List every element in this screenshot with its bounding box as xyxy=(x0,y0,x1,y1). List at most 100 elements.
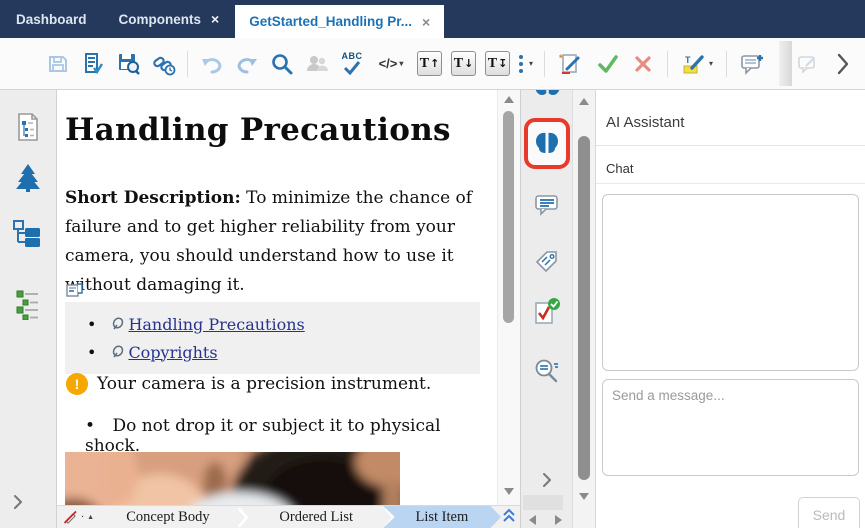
breadcrumb: . ▲ Concept Body Ordered List List Item xyxy=(57,505,520,528)
t-label: T xyxy=(488,56,497,72)
ai-assistant-rail-button[interactable] xyxy=(524,118,570,169)
left-sidebar xyxy=(0,90,57,528)
insert-link-icon[interactable] xyxy=(150,51,176,77)
link-label: Handling Precautions xyxy=(128,315,304,334)
down-arrow-icon: ↓ xyxy=(464,57,473,70)
note-row: ! Your camera is a precision instrument. xyxy=(66,373,486,395)
link-copyrights[interactable]: Copyrights xyxy=(110,343,217,362)
hidden-overflow-icon xyxy=(795,51,821,77)
panel-vertical-scrollbar[interactable] xyxy=(572,90,595,528)
chat-history-box[interactable] xyxy=(602,194,859,371)
document-canvas[interactable]: Handling Precautions Short Description: … xyxy=(57,90,497,505)
tags-icon[interactable] xyxy=(533,248,561,281)
related-link-row: • Copyrights xyxy=(65,338,480,366)
tab-dashboard[interactable]: Dashboard xyxy=(0,0,103,38)
close-icon[interactable]: × xyxy=(422,14,430,30)
outline-view-icon[interactable] xyxy=(14,112,42,147)
search-icon[interactable] xyxy=(269,51,295,77)
related-links-icon xyxy=(66,283,84,302)
collapse-double-chevron-icon[interactable] xyxy=(501,506,517,528)
breadcrumb-item-concept-body[interactable]: Concept Body xyxy=(100,506,236,528)
scroll-right-arrow-icon[interactable] xyxy=(555,515,562,525)
redo-icon[interactable] xyxy=(234,51,260,77)
scroll-up-arrow-icon[interactable] xyxy=(579,98,589,105)
comments-icon[interactable] xyxy=(533,192,561,223)
scroll-down-arrow-icon[interactable] xyxy=(504,488,514,495)
partial-top-icon[interactable] xyxy=(532,90,562,105)
add-comment-icon[interactable] xyxy=(738,51,768,77)
message-input[interactable] xyxy=(602,379,859,476)
note-text: Your camera is a precision instrument. xyxy=(97,373,431,394)
merge-arrow-icon: ↧ xyxy=(498,57,507,70)
source-view-icon[interactable]: </> ▾ xyxy=(374,51,408,77)
sidebar-expand-chevron-icon[interactable] xyxy=(12,494,24,515)
breadcrumb-mode-icons[interactable]: . ▲ xyxy=(57,510,100,525)
chevron-down-icon[interactable]: ▾ xyxy=(399,59,403,68)
validate-icon[interactable] xyxy=(80,51,106,77)
code-label: </> xyxy=(379,56,398,71)
spell-check-icon[interactable]: ABC xyxy=(339,51,365,77)
scroll-down-arrow-icon[interactable] xyxy=(579,493,589,500)
related-links-box: • Handling Precautions • Copyrights xyxy=(65,302,480,374)
warning-icon: ! xyxy=(66,373,88,395)
editor-pane: Handling Precautions Short Description: … xyxy=(57,90,520,528)
rail-expand-chevron-icon[interactable] xyxy=(541,472,553,493)
short-description-label: Short Description: xyxy=(65,188,241,208)
track-changes-icon[interactable]: * xyxy=(556,51,586,77)
dita-map-manager-icon[interactable] xyxy=(12,218,44,253)
related-link-row: • Handling Precautions xyxy=(65,310,480,338)
editor-vertical-scrollbar[interactable] xyxy=(497,90,520,505)
brain-icon xyxy=(532,130,562,158)
scroll-up-arrow-icon[interactable] xyxy=(504,96,514,103)
breadcrumb-item-ordered-list[interactable]: Ordered List xyxy=(249,506,383,528)
review-tree-icon[interactable] xyxy=(14,163,42,198)
toolbar-separator xyxy=(544,51,545,77)
list-item-row: • Do not drop it or subject it to physic… xyxy=(85,416,497,456)
breadcrumb-item-list-item[interactable]: List Item xyxy=(383,506,501,528)
promote-button[interactable]: T↑ xyxy=(417,51,442,76)
horizontal-scrollbar-thumb[interactable] xyxy=(523,495,563,510)
main-toolbar: ABC </> ▾ T↑ T↓ T↧ ▾ * T xyxy=(0,38,865,90)
save-icon[interactable] xyxy=(45,51,71,77)
close-icon[interactable]: × xyxy=(211,11,219,27)
structure-view-icon[interactable] xyxy=(14,288,42,325)
scroll-left-arrow-icon[interactable] xyxy=(529,515,536,525)
link-label: Copyrights xyxy=(128,343,217,362)
svg-text:*: * xyxy=(559,53,563,63)
chevron-down-icon: ▾ xyxy=(529,59,533,68)
abc-label: ABC xyxy=(342,52,363,61)
chat-section-label: Chat xyxy=(606,161,633,176)
demote-button[interactable]: T↓ xyxy=(451,51,476,76)
link-handling-precautions[interactable]: Handling Precautions xyxy=(110,315,304,334)
link-icon xyxy=(110,317,124,331)
search-preview-icon[interactable] xyxy=(533,358,561,393)
bullet: • xyxy=(85,416,95,436)
scrollbar-thumb[interactable] xyxy=(503,111,514,323)
t-label: T xyxy=(420,56,429,72)
up-arrow-icon: ↑ xyxy=(430,57,439,70)
review-users-icon[interactable] xyxy=(304,51,330,77)
validation-status-icon[interactable] xyxy=(532,297,562,334)
divider xyxy=(596,183,865,184)
mode-up-triangle-icon[interactable]: ▲ xyxy=(87,514,94,521)
tab-getstarted-handling[interactable]: GetStarted_Handling Pr... × xyxy=(235,5,444,38)
tab-components[interactable]: Components × xyxy=(103,0,236,38)
bullet: • xyxy=(87,343,96,362)
reject-change-icon[interactable] xyxy=(630,51,656,77)
scrollbar-thumb[interactable] xyxy=(578,136,590,480)
tab-label: Dashboard xyxy=(16,12,87,27)
more-options-button[interactable]: ▾ xyxy=(519,55,533,73)
toolbar-expand-chevron-icon[interactable] xyxy=(830,51,856,77)
undo-icon[interactable] xyxy=(199,51,225,77)
accept-change-icon[interactable] xyxy=(595,51,621,77)
merge-button[interactable]: T↧ xyxy=(485,51,510,76)
save-as-search-icon[interactable] xyxy=(115,51,141,77)
tab-label: GetStarted_Handling Pr... xyxy=(249,14,412,29)
send-button[interactable]: Send xyxy=(798,497,860,528)
document-title: Handling Precautions xyxy=(65,112,451,148)
highlight-button[interactable]: T ▾ xyxy=(679,51,715,77)
bullet: • xyxy=(87,315,96,334)
tab-bar: Dashboard Components × GetStarted_Handli… xyxy=(0,0,865,38)
no-edit-pen-icon xyxy=(63,510,78,525)
kebab-icon xyxy=(519,55,523,73)
